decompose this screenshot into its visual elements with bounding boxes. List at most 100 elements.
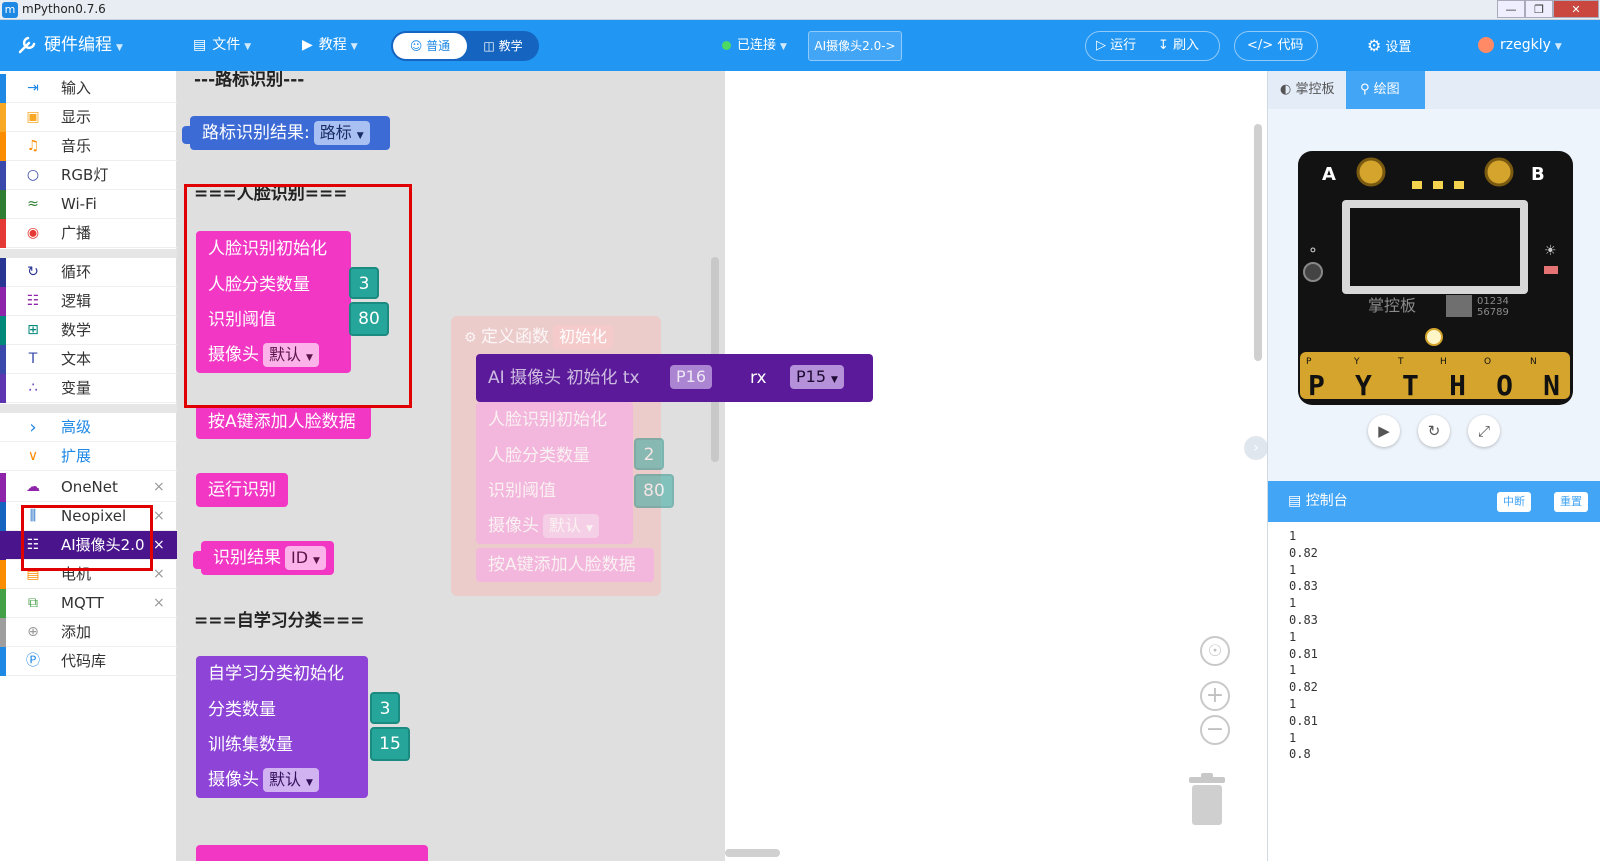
sidebar-item-loop[interactable]: ↻ 循环 — [0, 258, 177, 287]
flash-button[interactable]: ↧ 刷入 — [1158, 32, 1199, 60]
console-line: 0.81 — [1289, 646, 1318, 661]
file-menu[interactable]: ▤ 文件 ▼ — [193, 20, 251, 71]
sidebar-item-logic[interactable]: ☷ 逻辑 — [0, 287, 177, 316]
ghost-add-face-block[interactable]: 按A键添加人脸数据 — [476, 548, 654, 582]
button-b — [1484, 157, 1514, 187]
category-color-bar — [0, 345, 6, 374]
console-reset-button[interactable]: 重置 — [1554, 492, 1588, 512]
sidebar-item-display[interactable]: ▣ 显示 — [0, 103, 177, 132]
reset-sim-button[interactable]: ↻ — [1418, 415, 1450, 447]
code-workspace[interactable] — [725, 71, 1267, 861]
function-name-field[interactable]: 初始化 — [553, 325, 614, 349]
minimize-button[interactable]: — — [1497, 0, 1525, 18]
ai-camera-init-block[interactable]: AI 摄像头 初始化 tx P16 rx P15 ▼ — [476, 354, 873, 402]
train-count-input[interactable]: 15 — [370, 727, 410, 761]
sidebar-item-add[interactable]: ⊕ 添加 — [0, 618, 177, 647]
zoom-in-button[interactable]: + — [1200, 681, 1230, 711]
mode-teach-button[interactable]: ◫ 教学 — [469, 33, 537, 59]
mode-toggle[interactable]: ☺ 普通 ◫ 教学 — [391, 31, 539, 61]
sidebar-item-text[interactable]: T 文本 — [0, 345, 177, 374]
hardware-programming-menu[interactable]: 硬件编程 ▼ — [16, 20, 123, 71]
ghost-threshold-input[interactable]: 80 — [634, 474, 674, 508]
sidebar-item-code-library[interactable]: Ⓟ 代码库 — [0, 647, 177, 676]
train-count-label: 训练集数量 — [208, 735, 293, 755]
console-line: 1 — [1289, 596, 1297, 611]
console-line: 0.82 — [1289, 680, 1318, 695]
tab-board[interactable]: ◐ 掌控板 — [1268, 71, 1346, 109]
user-menu[interactable]: rzegkly ▼ — [1478, 20, 1562, 71]
sidebar-item-music[interactable]: ♫ 音乐 — [0, 132, 177, 161]
run-recognition-block[interactable]: 运行识别 — [196, 473, 288, 507]
oled-screen — [1350, 208, 1520, 286]
sidebar-item-label: 电机 — [61, 565, 92, 583]
sidebar-item-mqtt[interactable]: ⧉ MQTT × — [0, 589, 177, 618]
ghost-face-count-input[interactable]: 2 — [634, 438, 664, 470]
sidebar-item-broadcast[interactable]: ◉ 广播 — [0, 219, 177, 248]
partial-block[interactable] — [196, 845, 428, 861]
add-face-label: 按A键添加人脸数据 — [208, 412, 356, 432]
remove-extension-button[interactable]: × — [153, 502, 165, 531]
self-learning-init-block[interactable]: 自学习分类初始化 分类数量 训练集数量 摄像头 默认 ▼ — [196, 656, 368, 798]
sidebar-item-variable[interactable]: ∴ 变量 — [0, 374, 177, 403]
sidebar-item-input[interactable]: ⇥ 输入 — [0, 74, 177, 103]
rx-pin-dropdown[interactable]: P15 ▼ — [790, 365, 844, 389]
ghost-camera-dropdown[interactable]: 默认 ▼ — [543, 514, 599, 538]
road-type-dropdown[interactable]: 路标 ▼ — [313, 121, 370, 145]
road-result-block[interactable]: 路标识别结果: 路标 ▼ — [182, 116, 390, 150]
category-color-bar — [0, 502, 6, 531]
sidebar-item-math[interactable]: ⊞ 数学 — [0, 316, 177, 345]
add-face-block[interactable]: 按A键添加人脸数据 — [196, 405, 371, 439]
settings-button[interactable]: ⚙ 设置 — [1367, 20, 1411, 71]
face-init-block[interactable]: 人脸识别初始化 人脸分类数量 识别阈值 摄像头 默认 ▼ — [196, 231, 351, 373]
remove-extension-button[interactable]: × — [153, 560, 165, 589]
face-count-input[interactable]: 3 — [349, 267, 379, 299]
fullscreen-button[interactable]: ⤢ — [1468, 415, 1500, 447]
remove-extension-button[interactable]: × — [153, 531, 165, 560]
sidebar-item-onenet[interactable]: ☁ OneNet × — [0, 473, 177, 502]
sidebar-item-extensions[interactable]: ∨ 扩展 — [0, 442, 177, 471]
remove-extension-button[interactable]: × — [153, 473, 165, 502]
run-label: 运行 — [1110, 38, 1137, 53]
sidebar-item-rgb[interactable]: ○ RGB灯 — [0, 161, 177, 190]
device-selector[interactable]: AI摄像头2.0-> — [808, 31, 902, 61]
mode-normal-button[interactable]: ☺ 普通 — [393, 33, 467, 59]
recenter-button[interactable]: ☉ — [1200, 636, 1230, 666]
face-threshold-input[interactable]: 80 — [349, 302, 389, 336]
sidebar-item-motor[interactable]: ▤ 电机 × — [0, 560, 177, 589]
recognition-result-block[interactable]: 识别结果 ID ▼ — [193, 541, 334, 575]
function-label: 定义函数 — [481, 327, 550, 347]
camera-dropdown[interactable]: 默认 ▼ — [263, 768, 319, 792]
variable-icon: ∴ — [28, 380, 38, 396]
camera-dropdown[interactable]: 默认 ▼ — [263, 343, 319, 367]
class-count-input[interactable]: 3 — [370, 692, 400, 724]
restore-button[interactable]: ❐ — [1525, 0, 1553, 18]
pin-label: T — [1397, 357, 1404, 367]
board-simulator: A B ⚬ ☀ 掌控板 01234 56789 P Y T H O N PYTH… — [1298, 151, 1573, 405]
console-line: 0.83 — [1289, 612, 1318, 627]
play-button[interactable]: ▶ — [1368, 415, 1400, 447]
collapse-panel-button[interactable]: › — [1244, 436, 1268, 460]
remove-extension-button[interactable]: × — [153, 589, 165, 618]
face-threshold-label: 识别阈值 — [208, 310, 276, 330]
connection-status[interactable]: 已连接 ▼ — [722, 20, 787, 71]
tab-draw[interactable]: ⚲ 绘图 — [1346, 71, 1425, 109]
console-line: 1 — [1289, 696, 1297, 711]
run-button[interactable]: ▷ 运行 — [1096, 32, 1136, 60]
console-output[interactable]: 1 0.82 1 0.83 1 0.83 1 0.81 1 0.82 1 0.8… — [1268, 522, 1600, 861]
sidebar-item-wifi[interactable]: ≈ Wi-Fi — [0, 190, 177, 219]
zoom-out-button[interactable]: − — [1200, 715, 1230, 745]
close-window-button[interactable]: ✕ — [1553, 0, 1599, 18]
code-button[interactable]: </> 代码 — [1247, 32, 1303, 60]
workspace-vertical-scrollbar[interactable] — [1254, 124, 1262, 361]
tutorial-menu[interactable]: ▶ 教程 ▼ — [302, 20, 358, 71]
mode-normal-label: 普通 — [426, 39, 451, 53]
ghost-face-init-block[interactable]: 人脸识别初始化 人脸分类数量 识别阈值 摄像头 默认 ▼ — [476, 402, 633, 544]
result-type-dropdown[interactable]: ID ▼ — [285, 546, 326, 570]
interrupt-button[interactable]: 中断 — [1497, 492, 1531, 512]
tx-pin-dropdown[interactable]: P16 — [670, 365, 713, 389]
sidebar-item-advanced[interactable]: › 高级 — [0, 413, 177, 442]
workspace-horizontal-scrollbar[interactable] — [725, 849, 780, 857]
trash-icon[interactable] — [1187, 773, 1227, 827]
sidebar-item-ai-camera[interactable]: ☷ AI摄像头2.0 × — [0, 531, 177, 560]
sidebar-item-neopixel[interactable]: ⫼ Neopixel × — [0, 502, 177, 531]
